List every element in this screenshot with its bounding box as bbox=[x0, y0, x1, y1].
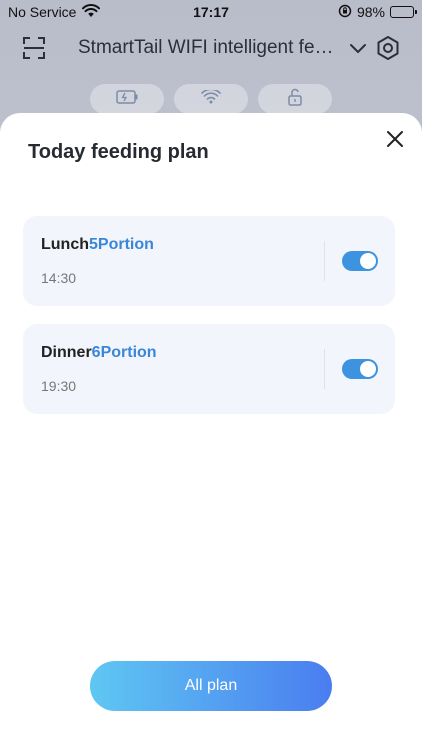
card-divider bbox=[324, 349, 325, 389]
status-left: No Service bbox=[8, 3, 101, 21]
gear-icon[interactable] bbox=[375, 35, 401, 61]
close-icon[interactable] bbox=[384, 128, 406, 150]
card-divider bbox=[324, 241, 325, 281]
toggle-knob bbox=[360, 361, 376, 377]
plan-toggle-lunch[interactable] bbox=[342, 251, 378, 271]
carrier-label: No Service bbox=[8, 4, 77, 20]
battery-status-icon bbox=[116, 89, 138, 109]
plan-time: 14:30 bbox=[41, 270, 77, 286]
plan-time: 19:30 bbox=[41, 378, 77, 394]
device-status-bar bbox=[0, 84, 422, 114]
plan-name: Lunch5Portion bbox=[41, 236, 154, 254]
unlock-icon bbox=[287, 88, 303, 111]
wifi-icon bbox=[82, 3, 101, 21]
chevron-down-icon[interactable] bbox=[348, 38, 368, 58]
wifi-status-pill bbox=[174, 84, 248, 114]
toggle-knob bbox=[360, 253, 376, 269]
sheet-title: Today feeding plan bbox=[28, 141, 209, 163]
app-header: StmartTail WIFI intelligent feeder bbox=[0, 30, 422, 66]
orientation-lock-icon bbox=[338, 4, 352, 21]
all-plan-button[interactable]: All plan bbox=[90, 661, 332, 711]
battery-status-pill bbox=[90, 84, 164, 114]
plan-meal: Lunch bbox=[41, 236, 89, 253]
plan-card-lunch[interactable]: Lunch5Portion 14:30 bbox=[23, 216, 395, 306]
feeding-plan-sheet: Today feeding plan Lunch5Portion 14:30 D… bbox=[0, 113, 422, 750]
battery-percent: 98% bbox=[356, 4, 385, 20]
device-title[interactable]: StmartTail WIFI intelligent feeder bbox=[78, 37, 338, 59]
plan-toggle-dinner[interactable] bbox=[342, 359, 378, 379]
scan-icon[interactable] bbox=[22, 36, 46, 60]
plan-name: Dinner6Portion bbox=[41, 344, 157, 362]
status-bar: No Service 17:17 98% bbox=[0, 0, 422, 24]
plan-portion: 5Portion bbox=[89, 236, 154, 253]
plan-portion: 6Portion bbox=[91, 344, 157, 361]
lock-status-pill bbox=[258, 84, 332, 114]
wifi-status-icon bbox=[201, 88, 221, 109]
battery-icon bbox=[390, 6, 417, 18]
status-right: 98% bbox=[338, 4, 417, 21]
plan-card-dinner[interactable]: Dinner6Portion 19:30 bbox=[23, 324, 395, 414]
plan-meal: Dinner bbox=[41, 344, 92, 361]
